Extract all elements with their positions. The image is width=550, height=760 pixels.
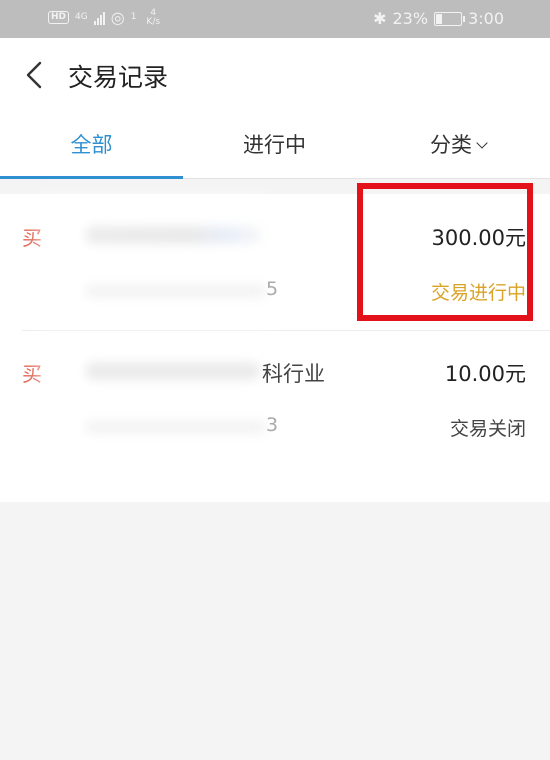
tab-in-progress-label: 进行中 [243,133,306,157]
status-right: ✱ 23% 3:00 [373,9,504,28]
transaction-status: 交易关闭 [449,418,526,440]
chevron-down-icon [476,137,488,149]
status-left: HD 4G ◎ 1 4 K/s [48,8,160,27]
transaction-row[interactable]: 买 科行业 3 10.00元 交易关闭 [0,330,550,466]
speed-unit: K/s [146,16,161,27]
battery-percent: 23% [392,9,429,28]
subtitle-tail: 3 [266,414,279,436]
transaction-amount: 10.00元 [444,362,526,386]
clock: 3:00 [468,9,504,28]
page-title: 交易记录 [68,63,169,92]
bluetooth-icon: ✱ [373,9,387,28]
wifi-level: 1 [130,12,137,22]
battery-icon [434,11,466,26]
tab-category[interactable]: 分类 [366,112,550,178]
privacy-blur [38,330,270,466]
transaction-status: 交易进行中 [430,282,526,304]
status-bar: HD 4G ◎ 1 4 K/s ✱ 23% 3:00 [0,0,550,38]
network-type: 4G [75,12,88,22]
tab-in-progress[interactable]: 进行中 [183,112,366,178]
tab-category-label: 分类 [430,133,472,157]
wifi-icon: ◎ [110,8,125,27]
network-speed: 4 K/s [146,8,161,27]
title-tail: 科行业 [262,362,325,386]
battery-fill [436,13,443,24]
tab-all[interactable]: 全部 [0,112,183,179]
privacy-blur [38,194,270,330]
transaction-amount: 300.00元 [431,226,526,250]
transaction-row[interactable]: 买 5 300.00元 交易进行中 [0,194,550,330]
hd-icon: HD [48,11,70,24]
tab-all-label: 全部 [70,133,113,157]
back-arrow-icon[interactable] [22,60,52,90]
signal-icon [93,11,105,25]
nav-bar: 交易记录 [0,38,550,113]
tab-bar: 全部 进行中 分类 [0,112,550,179]
subtitle-tail: 5 [266,278,279,300]
transaction-list: 买 5 300.00元 交易进行中 买 科行业 3 10.00元 交易关闭 [0,194,550,502]
